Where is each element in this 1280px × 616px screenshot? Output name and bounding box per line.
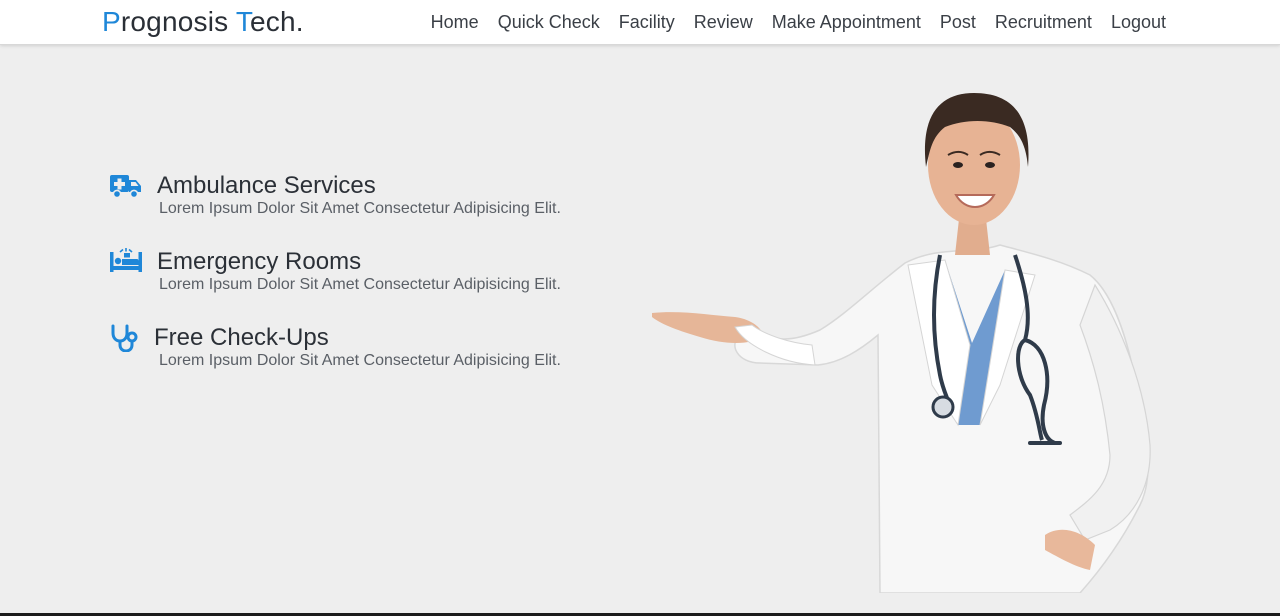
brand-logo[interactable]: Prognosis Tech. (102, 4, 304, 40)
nav-facility[interactable]: Facility (609, 0, 684, 44)
service-item-checkup: Free Check-Ups Lorem Ipsum Dolor Sit Ame… (110, 324, 630, 400)
service-description: Lorem Ipsum Dolor Sit Amet Consectetur A… (159, 276, 561, 293)
ambulance-icon (110, 175, 141, 199)
service-title: Ambulance Services (157, 172, 376, 199)
main-nav: Home Quick Check Facility Review Make Ap… (421, 0, 1166, 44)
service-item-emergency: Emergency Rooms Lorem Ipsum Dolor Sit Am… (110, 248, 630, 324)
nav-make-appointment[interactable]: Make Appointment (762, 0, 930, 44)
brand-text-prognosis: rognosis (120, 6, 236, 37)
nav-quick-check[interactable]: Quick Check (488, 0, 609, 44)
brand-initial-t: T (235, 6, 251, 37)
nav-recruitment[interactable]: Recruitment (985, 0, 1101, 44)
nav-home[interactable]: Home (421, 0, 488, 44)
service-title: Emergency Rooms (157, 248, 362, 275)
nav-review[interactable]: Review (684, 0, 762, 44)
service-item-ambulance: Ambulance Services Lorem Ipsum Dolor Sit… (110, 172, 630, 248)
brand-initial-p: P (102, 6, 121, 37)
stethoscope-icon (111, 324, 138, 352)
service-description: Lorem Ipsum Dolor Sit Amet Consectetur A… (159, 200, 561, 217)
services-list: Ambulance Services Lorem Ipsum Dolor Sit… (110, 172, 630, 400)
nav-logout[interactable]: Logout (1101, 0, 1166, 44)
nav-post[interactable]: Post (930, 0, 985, 44)
service-title: Free Check-Ups (154, 324, 329, 351)
procedure-bed-icon (110, 248, 142, 272)
brand-text-tech: ech. (250, 6, 304, 37)
service-description: Lorem Ipsum Dolor Sit Amet Consectetur A… (159, 352, 561, 369)
top-navbar: Prognosis Tech. Home Quick Check Facilit… (0, 0, 1280, 45)
doctor-image (652, 93, 1151, 593)
